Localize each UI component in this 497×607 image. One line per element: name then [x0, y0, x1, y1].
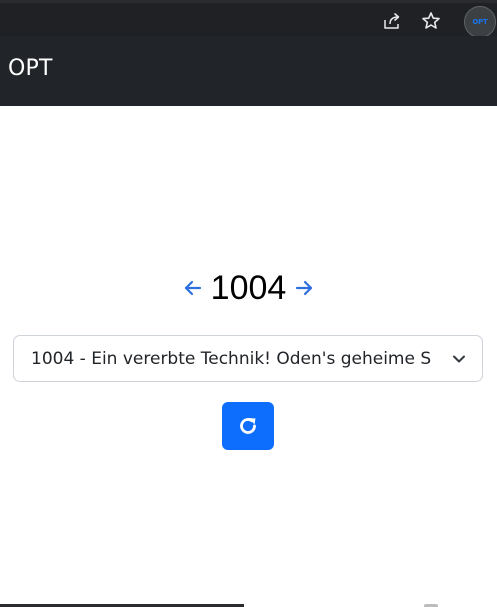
prev-episode-button[interactable]	[181, 276, 205, 300]
star-icon[interactable]	[419, 9, 443, 33]
arrow-left-icon	[184, 280, 201, 296]
episode-select[interactable]: 1004 - Ein vererbte Technik! Oden's gehe…	[13, 335, 483, 382]
share-icon[interactable]	[380, 9, 404, 33]
reload-button[interactable]	[222, 402, 274, 450]
arrow-right-icon	[296, 280, 313, 296]
navbar-brand[interactable]: OPT	[8, 56, 53, 81]
browser-toolbar: OPT	[0, 0, 497, 38]
profile-label: OPT	[472, 18, 488, 26]
app-navbar: OPT	[0, 36, 497, 106]
chevron-down-icon	[453, 355, 465, 363]
episode-number: 1004	[210, 269, 287, 307]
profile-avatar[interactable]: OPT	[464, 6, 496, 38]
next-episode-button[interactable]	[292, 276, 316, 300]
episode-select-value: 1004 - Ein vererbte Technik! Oden's gehe…	[31, 348, 432, 369]
reload-icon	[240, 418, 256, 434]
episode-navigation: 1004	[0, 264, 497, 312]
